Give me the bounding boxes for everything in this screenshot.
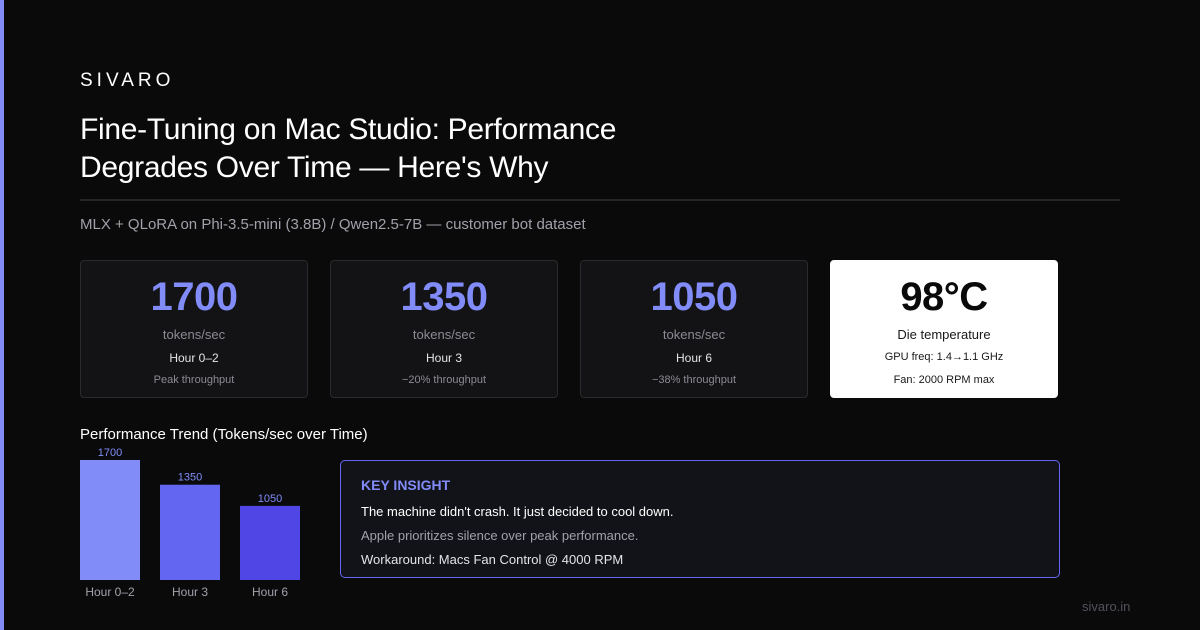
accent-bar [0,0,4,630]
stat-period: Hour 3 [425,351,463,365]
stat-card-peak: 1700 tokens/sec Hour 0–2 Peak throughput [80,260,308,398]
insight-line: Apple prioritizes silence over peak perf… [361,528,639,543]
chart-bar [80,460,140,580]
footer-url: sivaro.in [1082,599,1131,614]
page-title: Fine-Tuning on Mac Studio: Performance D… [80,113,617,184]
chart-bar [240,505,300,580]
temperature-value: 98°C [900,275,988,319]
chart-category-label: Hour 0–2 [85,585,135,599]
chart-bar [160,484,220,580]
stat-unit: tokens/sec [662,327,726,342]
chart-category-label: Hour 3 [172,585,208,599]
stat-note: −38% throughput [651,374,737,386]
temperature-label: Die temperature [897,327,991,342]
stat-note: −20% throughput [401,374,487,386]
gpu-frequency: GPU freq: 1.4→1.1 GHz [884,351,1004,363]
stat-value: 1050 [650,275,738,319]
stat-unit: tokens/sec [412,327,476,342]
key-insight-box: KEY INSIGHT The machine didn't crash. It… [340,460,1060,578]
insight-workaround: Workaround: Macs Fan Control @ 4000 RPM [361,552,624,567]
chart-value-label: 1700 [98,447,122,459]
brand-logo: SIVARO [80,70,175,91]
divider [80,199,1120,201]
stat-period: Hour 0–2 [169,351,219,365]
insight-line: The machine didn't crash. It just decide… [361,504,674,519]
chart-value-label: 1050 [258,493,282,505]
stat-card-hour3: 1350 tokens/sec Hour 3 −20% throughput [330,260,558,398]
stat-note: Peak throughput [153,374,235,386]
stat-value: 1350 [400,275,488,319]
stat-unit: tokens/sec [162,327,226,342]
insight-heading: KEY INSIGHT [361,477,451,493]
stat-period: Hour 6 [675,351,713,365]
stat-value: 1700 [150,275,238,319]
subtitle: MLX + QLoRA on Phi-3.5-mini (3.8B) / Qwe… [80,216,586,233]
stat-card-temperature: 98°C Die temperature GPU freq: 1.4→1.1 G… [830,260,1058,398]
stat-card-hour6: 1050 tokens/sec Hour 6 −38% throughput [580,260,808,398]
chart-category-label: Hour 6 [252,585,288,599]
performance-bar-chart: 1700 Hour 0–2 1350 Hour 3 1050 Hour 6 [80,447,300,599]
chart-value-label: 1350 [178,472,202,484]
fan-speed: Fan: 2000 RPM max [893,374,995,386]
